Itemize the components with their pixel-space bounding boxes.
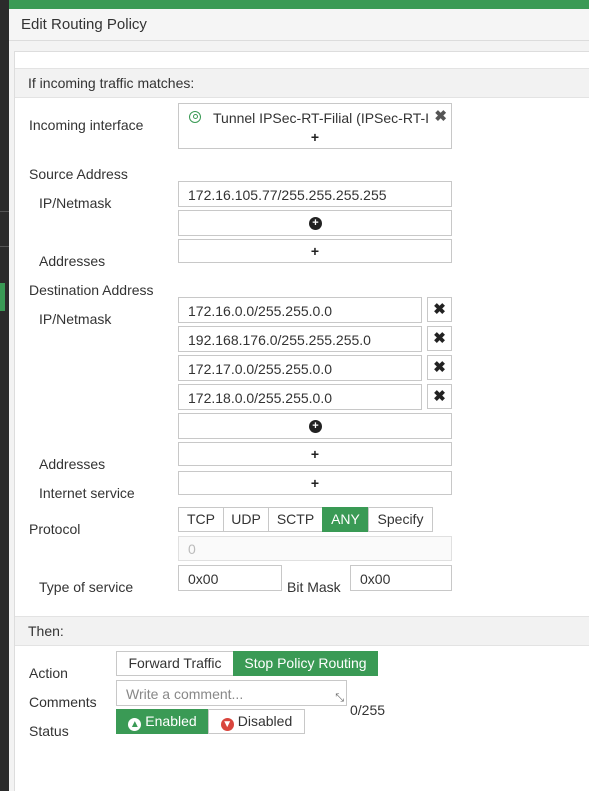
protocol-specify-button[interactable]: Specify <box>368 507 433 532</box>
bitmask-input[interactable]: 0x00 <box>350 565 452 591</box>
bitmask-value: 0x00 <box>360 571 391 587</box>
protocol-sctp-button[interactable]: SCTP <box>268 507 323 532</box>
source-ipmask-input[interactable]: 172.16.105.77/255.255.255.255 <box>178 181 452 207</box>
remove-ipmask-button[interactable]: ✖ <box>427 384 452 409</box>
source-address-label: Source Address <box>29 166 128 182</box>
remove-ipmask-button[interactable]: ✖ <box>427 326 452 351</box>
destination-ipmask-input[interactable]: 172.18.0.0/255.255.0.0 <box>178 384 422 410</box>
destination-ipmask-input[interactable]: 172.16.0.0/255.255.0.0 <box>178 297 422 323</box>
top-accent-bar <box>9 0 589 9</box>
incoming-interface-field[interactable]: Tunnel IPSec-RT-Filial (IPSec-RT-I ✖ + <box>178 103 452 149</box>
remove-interface-icon[interactable]: ✖ <box>434 107 447 125</box>
action-stop-policy-routing-button[interactable]: Stop Policy Routing <box>233 651 378 676</box>
match-section-header: If incoming traffic matches: <box>15 68 589 98</box>
then-section-title: Then: <box>28 623 64 639</box>
arrow-up-circle-icon: ▲ <box>128 718 142 731</box>
comments-placeholder: Write a comment... <box>126 686 244 702</box>
destination-ipmask-value: 172.16.0.0/255.255.0.0 <box>188 303 333 319</box>
action-label: Action <box>29 665 68 681</box>
nav-divider <box>0 211 9 212</box>
protocol-tcp-button[interactable]: TCP <box>178 507 224 532</box>
match-section-title: If incoming traffic matches: <box>28 75 195 91</box>
incoming-interface-label: Incoming interface <box>29 117 144 133</box>
destination-ipmask-input[interactable]: 192.168.176.0/255.255.255.0 <box>178 326 422 352</box>
destination-ipmask-value: 172.17.0.0/255.255.0.0 <box>188 361 333 377</box>
resize-handle-icon[interactable]: ⤡ <box>335 692 344 705</box>
add-source-ipmask-button[interactable]: + <box>178 210 452 236</box>
protocol-label: Protocol <box>29 521 81 537</box>
destination-ipmask-input[interactable]: 172.17.0.0/255.255.0.0 <box>178 355 422 381</box>
destination-ipmask-value: 172.18.0.0/255.255.0.0 <box>188 390 333 406</box>
add-interface-button[interactable]: + <box>179 129 451 145</box>
left-nav-strip <box>0 0 9 791</box>
destination-addresses-field[interactable]: + <box>178 442 452 466</box>
comments-textarea[interactable]: Write a comment... ⤡ <box>116 680 347 706</box>
destination-ipmask-label: IP/Netmask <box>39 311 112 327</box>
then-section-header: Then: <box>15 616 589 646</box>
protocol-any-button[interactable]: ANY <box>322 507 369 532</box>
plus-circle-icon: + <box>309 420 322 433</box>
source-addresses-field[interactable]: + <box>178 239 452 263</box>
internet-service-label: Internet service <box>39 485 135 501</box>
protocol-number-placeholder: 0 <box>188 541 196 557</box>
form-card: If incoming traffic matches: Incoming in… <box>14 51 589 791</box>
plus-circle-icon: + <box>309 217 322 230</box>
tos-value: 0x00 <box>188 571 219 587</box>
dialog-header: Edit Routing Policy <box>9 9 589 41</box>
protocol-number-input[interactable]: 0 <box>178 536 452 561</box>
page-title: Edit Routing Policy <box>21 16 147 33</box>
remove-ipmask-button[interactable]: ✖ <box>427 355 452 380</box>
tunnel-icon <box>189 111 201 123</box>
arrow-down-circle-icon: ▼ <box>220 718 234 731</box>
comments-label: Comments <box>29 694 97 710</box>
source-ipmask-value: 172.16.105.77/255.255.255.255 <box>188 187 387 203</box>
form-panel: If incoming traffic matches: Incoming in… <box>9 41 589 791</box>
remove-ipmask-button[interactable]: ✖ <box>427 297 452 322</box>
nav-divider <box>0 246 9 247</box>
protocol-udp-button[interactable]: UDP <box>223 507 269 532</box>
status-disabled-button[interactable]: ▼ Disabled <box>208 709 305 734</box>
internet-service-field[interactable]: + <box>178 471 452 495</box>
source-ipmask-label: IP/Netmask <box>39 195 112 211</box>
destination-addresses-label: Addresses <box>39 456 106 472</box>
destination-ipmask-value: 192.168.176.0/255.255.255.0 <box>188 332 371 348</box>
destination-address-label: Destination Address <box>29 282 154 298</box>
add-source-address-button[interactable]: + <box>179 243 451 259</box>
status-label: Status <box>29 723 69 739</box>
nav-active-marker <box>0 283 5 311</box>
action-forward-traffic-button[interactable]: Forward Traffic <box>116 651 234 676</box>
tos-label: Type of service <box>39 579 134 595</box>
add-internet-service-button[interactable]: + <box>179 475 451 491</box>
bitmask-label: Bit Mask <box>287 579 341 595</box>
add-destination-address-button[interactable]: + <box>179 446 451 462</box>
add-destination-ipmask-button[interactable]: + <box>178 413 452 439</box>
source-addresses-label: Addresses <box>39 253 106 269</box>
status-disabled-label: Disabled <box>237 713 293 729</box>
incoming-interface-value: Tunnel IPSec-RT-Filial (IPSec-RT-I <box>213 110 430 126</box>
status-enabled-label: Enabled <box>145 713 197 729</box>
tos-input[interactable]: 0x00 <box>178 565 282 591</box>
comments-counter: 0/255 <box>350 702 386 718</box>
status-enabled-button[interactable]: ▲ Enabled <box>116 709 209 734</box>
